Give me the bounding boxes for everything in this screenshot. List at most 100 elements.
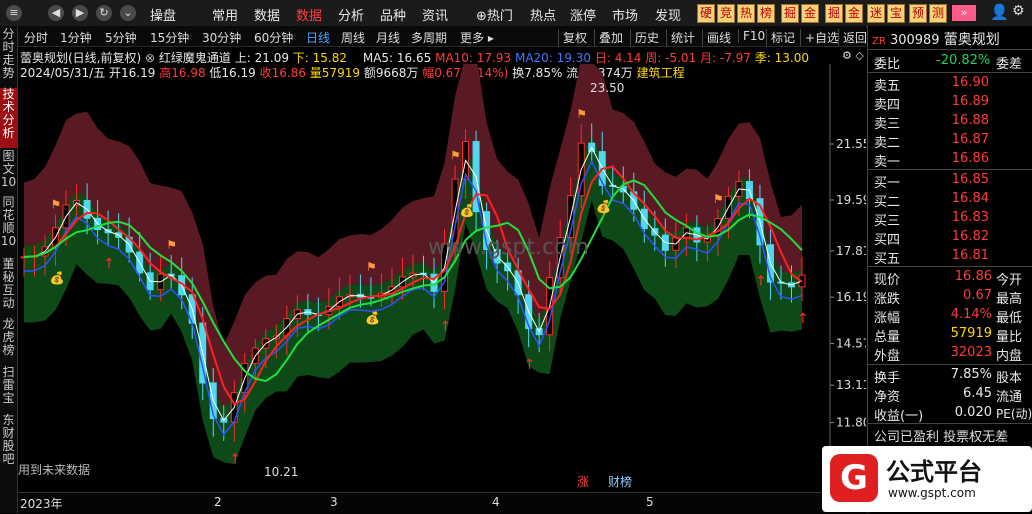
- tag-bang[interactable]: 榜: [757, 4, 776, 23]
- menu-redian[interactable]: 热点: [530, 5, 556, 24]
- menu-changyong[interactable]: 常用: [212, 5, 238, 24]
- stat-row-outer: 外盘 32023 内盘: [874, 345, 1023, 364]
- tag-jin1[interactable]: 金: [801, 4, 820, 23]
- tab-tonghuashun[interactable]: 同花顺10: [0, 196, 17, 254]
- tab-longhu[interactable]: 龙虎榜: [0, 318, 17, 362]
- period-toolbar: 分时 1分钟 5分钟 15分钟 30分钟 60分钟 日线 周线 月线 多周期 更…: [18, 26, 867, 47]
- kline-chart[interactable]: ↑↑↑↑↑↑↑💰💰💰💰⚑⚑⚑⚑⚑⚑ 21.5519.5917.8116.1914…: [18, 64, 866, 494]
- zhang-badge[interactable]: 涨: [577, 474, 589, 489]
- period-daily[interactable]: 日线: [306, 29, 330, 46]
- menu-faxian[interactable]: 发现: [655, 5, 681, 24]
- tag-re[interactable]: 热: [737, 4, 756, 23]
- tag-jin2[interactable]: 金: [845, 4, 864, 23]
- back-icon[interactable]: ◀: [48, 5, 64, 21]
- logo-box: G 公式平台 www.gspt.com: [822, 446, 1032, 512]
- left-tab-bar: 分时走势 技术分析 图文10 同花顺10 董秘互动 龙虎榜 扫雷宝 东财股吧: [0, 26, 18, 513]
- sell-figure-icon: ⚑: [166, 238, 177, 252]
- period-1m[interactable]: 1分钟: [60, 29, 92, 46]
- price-tick-label: 21.55: [836, 137, 866, 151]
- stat-row-change: 涨跌 0.67 最高: [874, 288, 1023, 307]
- ask-row-1: 卖一 16.86: [874, 151, 989, 170]
- menu-fenxi[interactable]: 分析: [338, 5, 364, 24]
- more-arrow-icon[interactable]: »: [952, 5, 976, 21]
- settings-icon[interactable]: ⚙: [1012, 3, 1025, 19]
- ma5-value: MA5: 16.65: [362, 51, 432, 65]
- week-change: 周: -5.01: [645, 51, 697, 65]
- caibang-badge[interactable]: 财榜: [608, 474, 632, 489]
- divider: [868, 49, 1032, 50]
- tab-saolei[interactable]: 扫雷宝: [0, 366, 17, 410]
- sell-figure-icon: ⚑: [450, 148, 461, 162]
- future-data-hint: 用到未来数据: [18, 462, 90, 477]
- tab-tuwen[interactable]: 图文10: [0, 150, 17, 192]
- btn-tongji[interactable]: 统计: [666, 29, 695, 46]
- ask-row-4: 卖四 16.89: [874, 94, 989, 113]
- buy-arrow-icon: ↑: [524, 357, 536, 373]
- period-15m[interactable]: 15分钟: [150, 29, 189, 46]
- stat-row-netasset: 净资 6.45 流通: [874, 386, 1023, 405]
- user-icon[interactable]: 👤: [990, 3, 1009, 21]
- day-change: 日: 4.14: [594, 51, 642, 65]
- weibi-value: -20.82%: [936, 53, 991, 68]
- tag-mi[interactable]: 迷: [867, 4, 886, 23]
- tab-dongmi[interactable]: 董秘互动: [0, 258, 17, 314]
- settings-small-icon[interactable]: ⚙ ◇: [842, 49, 864, 62]
- indicator-toggle-icon[interactable]: ⊗: [145, 51, 155, 65]
- indicator-name[interactable]: 红绿魔鬼通道: [159, 51, 231, 65]
- tag-ying[interactable]: 硬: [697, 4, 716, 23]
- company-status: 公司已盈利 投票权无差: [874, 430, 1009, 445]
- refresh-icon[interactable]: ↻: [96, 5, 112, 21]
- month-change: 月: -7.97: [700, 51, 751, 65]
- bid-row-1: 买一 16.85: [874, 172, 989, 191]
- logo-url: www.gspt.com: [888, 486, 976, 500]
- tab-jishu[interactable]: 技术分析: [0, 88, 17, 148]
- menu-shuju[interactable]: 数据: [254, 5, 280, 24]
- x-label-2023: 2023年: [20, 497, 63, 511]
- period-weekly[interactable]: 周线: [341, 29, 365, 46]
- tag-yu[interactable]: 预: [909, 4, 928, 23]
- ask-row-3: 卖三 16.88: [874, 113, 989, 132]
- menu-pinzhong[interactable]: 品种: [380, 5, 406, 24]
- menu-caopan[interactable]: 操盘: [150, 5, 176, 24]
- tab-guba[interactable]: 东财股吧: [0, 414, 17, 470]
- ask-row-2: 卖二 16.87: [874, 132, 989, 151]
- btn-fanhui[interactable]: 返回: [838, 29, 867, 46]
- period-fenshi[interactable]: 分时: [24, 29, 48, 46]
- btn-diejia[interactable]: 叠加: [594, 29, 623, 46]
- sell-figure-icon: ⚑: [366, 260, 377, 274]
- stat-row-pct: 涨幅 4.14% 最低: [874, 307, 1023, 326]
- tag-jue2[interactable]: 掘: [825, 4, 844, 23]
- price-ticks: 21.55 19.59 17.81 16.19 14.57 13.11 11.80: [830, 137, 866, 430]
- btn-zixuan[interactable]: +自选: [800, 29, 839, 46]
- menu-zhangting[interactable]: 涨停: [570, 5, 596, 24]
- price-tick-label: 16.19: [836, 290, 866, 304]
- btn-huaxian[interactable]: 画线: [702, 29, 731, 46]
- btn-lishi[interactable]: 历史: [630, 29, 659, 46]
- period-multi[interactable]: 多周期: [411, 29, 447, 46]
- divider: [868, 72, 1032, 73]
- btn-biaoji[interactable]: 标记: [766, 29, 795, 46]
- tag-jue1[interactable]: 掘: [781, 4, 800, 23]
- tag-bao[interactable]: 宝: [887, 4, 906, 23]
- btn-f10[interactable]: F10: [738, 29, 765, 43]
- forward-icon[interactable]: ▶: [72, 5, 88, 21]
- btn-fuquan[interactable]: 复权: [558, 29, 587, 46]
- menu-shichang[interactable]: 市场: [612, 5, 638, 24]
- menu-shuju-active[interactable]: 数据: [296, 5, 322, 24]
- period-5m[interactable]: 5分钟: [105, 29, 137, 46]
- stat-row-eps: 收益(一) 0.020 PE(动): [874, 405, 1032, 424]
- dropdown-icon[interactable]: ⌄: [120, 5, 136, 21]
- menu-zixun[interactable]: 资讯: [422, 5, 448, 24]
- period-60m[interactable]: 60分钟: [254, 29, 293, 46]
- tag-ce[interactable]: 测: [929, 4, 948, 23]
- tag-jing[interactable]: 竞: [717, 4, 736, 23]
- period-more[interactable]: 更多 ▸: [460, 29, 494, 46]
- tab-fenshi[interactable]: 分时走势: [0, 28, 17, 86]
- menu-remen[interactable]: ⊕热门: [476, 5, 513, 24]
- period-30m[interactable]: 30分钟: [202, 29, 241, 46]
- weicha-label: 委差: [996, 57, 1023, 72]
- divider: [868, 364, 1032, 365]
- bid-row-2: 买二 16.84: [874, 191, 989, 210]
- period-monthly[interactable]: 月线: [376, 29, 400, 46]
- menu-icon[interactable]: ≡: [6, 5, 22, 21]
